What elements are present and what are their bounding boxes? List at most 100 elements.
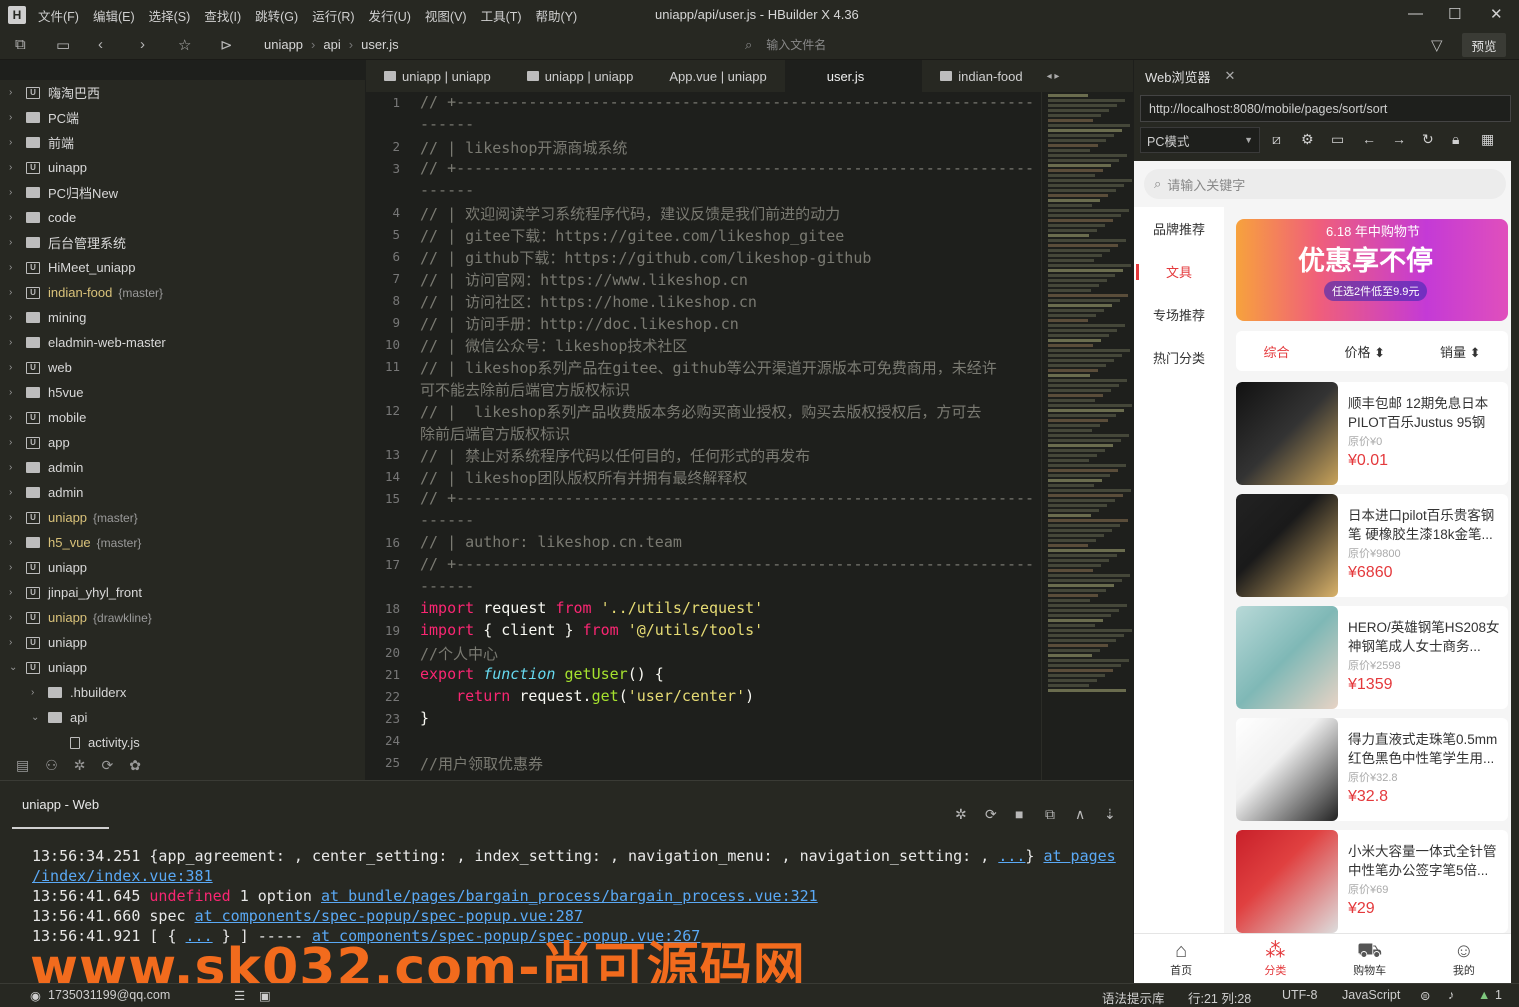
chevron-right-icon[interactable]: › [9,612,23,623]
tab-scroll-icon[interactable]: ◂ ▸ [1047,71,1060,82]
tree-item[interactable]: › Uweb [0,355,365,380]
chevron-right-icon[interactable]: › [9,137,23,148]
tree-item[interactable]: › PC端 [0,105,365,130]
account-icon[interactable]: ◉ [30,988,41,1003]
menu-item[interactable]: 发行(U) [369,6,411,25]
tabbar-item[interactable]: ⁂ 分类 [1228,934,1322,983]
notification-icon[interactable]: ▲ [1478,988,1490,1002]
chevron-right-icon[interactable]: › [9,462,23,473]
chevron-right-icon[interactable]: › [9,187,23,198]
chevron-right-icon[interactable]: › [9,637,23,648]
browser-tab[interactable]: Web浏览器 ✕ [1134,60,1519,92]
scroll-lock-icon[interactable]: ⇣ [1104,806,1116,823]
screenshot-icon[interactable]: ⧄ [1272,131,1281,148]
plugin-icon[interactable]: ⚇ [45,757,58,774]
maximize-icon[interactable]: ☐ [1448,5,1461,23]
debug-icon[interactable]: ✲ [74,757,86,774]
chevron-right-icon[interactable]: › [9,237,23,248]
promo-banner[interactable]: 6.18 年中购物节 优惠享不停 任选2件低至9.9元 [1236,219,1508,321]
explorer-icon[interactable]: ▤ [16,757,29,774]
tree-item[interactable]: activity.js [0,730,365,750]
filter-icon[interactable]: ▽ [1431,36,1443,54]
chevron-down-icon[interactable]: ⌄ [31,712,45,723]
product-card[interactable]: HERO/英雄钢笔HS208女神钢笔成人女士商务... 原价¥2598 ¥1359 [1236,606,1508,709]
tree-item[interactable]: › 后台管理系统 [0,230,365,255]
browser-tab-close-icon[interactable]: ✕ [1225,68,1236,84]
tree-item[interactable]: › Ujinpai_yhyl_front [0,580,365,605]
console-link[interactable]: at pages [1043,847,1115,865]
product-card[interactable]: 得力直液式走珠笔0.5mm红色黑色中性笔学生用... 原价¥32.8 ¥32.8 [1236,718,1508,821]
preview-button[interactable]: 预览 [1462,33,1506,57]
console-link[interactable]: at bundle/pages/bargain_process/bargain_… [321,887,818,905]
tree-item[interactable]: › Uuniapp [0,630,365,655]
chevron-right-icon[interactable]: › [9,312,23,323]
chevron-right-icon[interactable]: › [9,387,23,398]
tabbar-item[interactable]: ☺ 我的 [1417,934,1511,983]
chevron-right-icon[interactable]: › [9,337,23,348]
bell-icon[interactable]: ♪ [1448,988,1454,1002]
tree-item[interactable]: ⌄ Uuniapp [0,655,365,680]
terminal-icon[interactable]: ▣ [259,988,271,1003]
tabbar-item[interactable]: ⛟ 购物车 [1323,934,1417,983]
product-card[interactable]: 顺丰包邮 12期免息日本PILOT百乐Justus 95钢笔... 原价¥0 ¥0.… [1236,382,1508,485]
tree-item[interactable]: › eladmin-web-master [0,330,365,355]
forward-arrow-icon[interactable]: → [1392,131,1406,147]
tree-item[interactable]: › Umobile [0,405,365,430]
editor-tab[interactable]: uniapp | uniapp [509,60,652,92]
tree-item[interactable]: › Uindian-food {master} [0,280,365,305]
product-card[interactable]: 日本进口pilot百乐贵客钢笔 硬橡胶生漆18k金笔... 原价¥9800 ¥686… [1236,494,1508,597]
sort-option[interactable]: 销量 ⬍ [1440,342,1481,361]
tree-item[interactable]: › PC归档New [0,180,365,205]
tree-item[interactable]: › Uapp [0,430,365,455]
back-icon[interactable]: ‹ [98,36,103,53]
tree-item[interactable]: › 前端 [0,130,365,155]
account-label[interactable]: 1735031199@qq.com [48,988,170,1002]
chevron-right-icon[interactable]: › [9,587,23,598]
search-input[interactable]: ⌕ 请输入关键字 [1144,169,1506,199]
editor-tab[interactable]: user.js [784,60,923,92]
menu-item[interactable]: 工具(T) [481,6,522,25]
language-label[interactable]: JavaScript [1342,988,1400,1002]
menu-item[interactable]: 编辑(E) [93,6,135,25]
console-icon[interactable]: ▭ [1331,131,1344,148]
feedback-icon[interactable]: ⊜ [1420,988,1430,1003]
tree-item[interactable]: › Uuniapp {drawkline} [0,605,365,630]
chevron-right-icon[interactable]: › [9,537,23,548]
tree-item[interactable]: ⌄ api [0,705,365,730]
chevron-right-icon[interactable]: › [9,112,23,123]
console-link[interactable]: ... [998,847,1025,865]
stop-icon[interactable]: ■ [1015,806,1023,822]
syntax-hint-label[interactable]: 语法提示库 [1102,988,1165,1007]
tree-item[interactable]: › h5_vue {master} [0,530,365,555]
collapse-icon[interactable]: ∧ [1075,806,1085,823]
chevron-right-icon[interactable]: › [9,362,23,373]
tree-item[interactable]: › mining [0,305,365,330]
star-icon[interactable]: ☆ [178,36,191,54]
debug-icon[interactable]: ✲ [955,806,967,823]
chevron-right-icon[interactable]: › [9,487,23,498]
git-icon[interactable]: ⟳ [102,757,114,774]
menu-item[interactable]: 选择(S) [149,6,191,25]
tree-item[interactable]: › Uuinapp [0,155,365,180]
chevron-right-icon[interactable]: › [9,212,23,223]
minimize-icon[interactable]: — [1408,5,1423,22]
chevron-right-icon[interactable]: › [9,162,23,173]
chevron-right-icon[interactable]: › [9,562,23,573]
url-input[interactable]: http://localhost:8080/mobile/pages/sort/… [1140,95,1511,122]
sort-option[interactable]: 价格 ⬍ [1344,342,1385,361]
tabbar-item[interactable]: ⌂ 首页 [1134,934,1228,983]
menu-item[interactable]: 视图(V) [425,6,467,25]
tree-item[interactable]: › h5vue [0,380,365,405]
tree-item[interactable]: › .hbuilderx [0,680,365,705]
console-link[interactable]: /index/index.vue:381 [32,867,213,885]
breadcrumb-project[interactable]: uniapp [264,37,303,52]
qrcode-icon[interactable]: ▦ [1481,131,1494,148]
editor-tab[interactable]: indian-food [922,60,1040,92]
chevron-right-icon[interactable]: › [31,687,45,698]
chevron-right-icon[interactable]: › [9,262,23,273]
menu-item[interactable]: 帮助(Y) [536,6,578,25]
save-icon[interactable]: ▭ [56,36,70,54]
mode-select[interactable]: PC模式 ▼ [1140,127,1260,153]
close-icon[interactable]: ✕ [1490,5,1503,23]
chevron-right-icon[interactable]: › [9,412,23,423]
